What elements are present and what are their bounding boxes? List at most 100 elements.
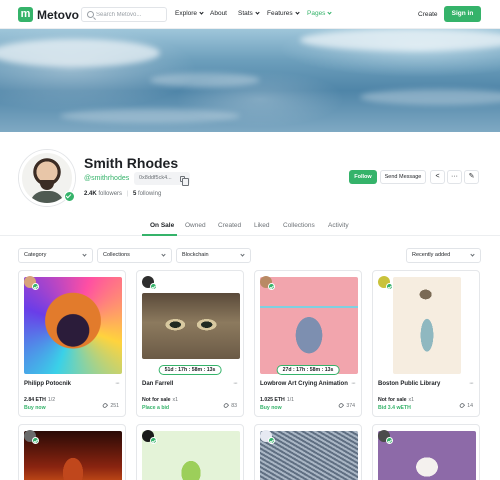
more-icon[interactable]: ··· bbox=[233, 380, 238, 387]
nav-stats[interactable]: Stats bbox=[238, 10, 260, 17]
collections-filter-label: Collections bbox=[103, 252, 130, 258]
nft-card[interactable]: Philipp Potocnik ··· 2.84 ETH 1/2 Buy now… bbox=[18, 270, 126, 417]
verified-icon bbox=[32, 437, 39, 444]
chevron-down-icon bbox=[295, 10, 300, 15]
like-count: 251 bbox=[110, 403, 119, 409]
edit-button[interactable]: ✎ bbox=[464, 170, 479, 184]
edition: x1 bbox=[408, 397, 415, 403]
avatar-beard bbox=[40, 180, 54, 190]
wave-foam bbox=[60, 109, 240, 123]
send-message-button[interactable]: Send Message bbox=[380, 170, 426, 184]
like-button[interactable]: 251 bbox=[102, 402, 119, 409]
auction-timer: 27d : 17h : 58m : 13s bbox=[276, 365, 340, 375]
verified-icon bbox=[268, 283, 275, 290]
chevron-down-icon bbox=[161, 252, 166, 257]
verified-icon bbox=[150, 437, 157, 444]
nft-card[interactable]: Boston Public Library ··· Not for sale x1… bbox=[372, 270, 480, 417]
logo-mark: m bbox=[18, 7, 33, 22]
nft-title[interactable]: Lowbrow Art Crying Animation bbox=[260, 381, 348, 387]
nft-price: Not for sale x1 bbox=[378, 397, 414, 403]
profile-stats: 2.4K followers | 5 following bbox=[84, 191, 161, 197]
nft-image bbox=[142, 293, 240, 359]
nft-card[interactable]: 51d : 17h : 58m : 13s Dan Farrell ··· No… bbox=[136, 270, 244, 417]
like-button[interactable]: 374 bbox=[338, 402, 355, 409]
nft-title[interactable]: Boston Public Library bbox=[378, 381, 440, 387]
more-button[interactable]: ··· bbox=[447, 170, 462, 184]
nft-price: 1.025 ETH 1/1 bbox=[260, 397, 294, 403]
more-icon[interactable]: ··· bbox=[115, 380, 120, 387]
collections-filter[interactable]: Collections bbox=[97, 248, 172, 263]
brand-name: Metovo bbox=[37, 7, 79, 22]
auction-timer: 51d : 17h : 58m : 13s bbox=[158, 365, 222, 375]
buy-now-link[interactable]: Buy now bbox=[260, 405, 282, 411]
category-filter[interactable]: Category bbox=[18, 248, 93, 263]
create-link[interactable]: Create bbox=[418, 11, 438, 18]
like-button[interactable]: 14 bbox=[459, 402, 473, 409]
like-button[interactable]: 83 bbox=[223, 402, 237, 409]
tab-collections[interactable]: Collections bbox=[283, 222, 315, 229]
nav-explore[interactable]: Explore bbox=[175, 10, 204, 17]
tab-created[interactable]: Created bbox=[218, 222, 241, 229]
search-box bbox=[81, 7, 167, 22]
chevron-down-icon bbox=[199, 10, 204, 15]
wave-foam bbox=[0, 39, 160, 67]
brand-logo[interactable]: m Metovo bbox=[18, 7, 79, 22]
nav-features[interactable]: Features bbox=[267, 10, 300, 17]
more-icon: ··· bbox=[451, 173, 458, 180]
wallet-address-text: 0x8ddf5ck4... bbox=[139, 175, 172, 181]
more-icon[interactable]: ··· bbox=[351, 380, 356, 387]
wave-foam bbox=[360, 89, 500, 105]
nav-about[interactable]: About bbox=[210, 10, 227, 17]
nft-card[interactable] bbox=[254, 424, 362, 480]
cover-image bbox=[0, 29, 500, 132]
wallet-address[interactable]: 0x8ddf5ck4... bbox=[134, 172, 190, 186]
nft-card[interactable]: 27d : 17h : 58m : 13s Lowbrow Art Crying… bbox=[254, 270, 362, 417]
bid-link[interactable]: Bid 3.4 wETH bbox=[378, 405, 411, 411]
chevron-down-icon bbox=[255, 10, 260, 15]
stats-divider: | bbox=[126, 191, 129, 197]
sign-in-button[interactable]: Sign in bbox=[444, 6, 481, 22]
edition: 1/1 bbox=[286, 397, 295, 403]
share-icon: < bbox=[435, 173, 440, 180]
price-value: Not for sale bbox=[142, 397, 171, 403]
chevron-down-icon bbox=[240, 252, 245, 257]
nft-card[interactable] bbox=[136, 424, 244, 480]
copy-icon[interactable] bbox=[179, 175, 189, 186]
verified-icon bbox=[386, 283, 393, 290]
edition: x1 bbox=[172, 397, 179, 403]
search-input[interactable] bbox=[96, 9, 164, 20]
verified-icon bbox=[268, 437, 275, 444]
buy-now-link[interactable]: Buy now bbox=[24, 405, 46, 411]
blockchain-filter-label: Blockchain bbox=[182, 252, 209, 258]
edition: 1/2 bbox=[47, 397, 56, 403]
nav-pages[interactable]: Pages bbox=[307, 10, 333, 17]
top-navbar: m Metovo Explore About Stats Features Pa… bbox=[0, 0, 500, 29]
verified-icon bbox=[386, 437, 393, 444]
nft-card[interactable] bbox=[18, 424, 126, 480]
verified-icon bbox=[150, 283, 157, 290]
profile-name: Smith Rhodes bbox=[84, 155, 179, 171]
tab-activity[interactable]: Activity bbox=[328, 222, 349, 229]
nft-card[interactable] bbox=[372, 424, 480, 480]
followers-label[interactable]: followers bbox=[98, 191, 122, 197]
heart-icon bbox=[102, 402, 109, 409]
nft-title[interactable]: Dan Farrell bbox=[142, 381, 173, 387]
nft-image bbox=[24, 277, 122, 374]
profile-tabs: On Sale Owned Created Liked Collections … bbox=[0, 219, 500, 236]
place-bid-link[interactable]: Place a bid bbox=[142, 405, 169, 411]
nft-title[interactable]: Philipp Potocnik bbox=[24, 381, 71, 387]
tab-owned[interactable]: Owned bbox=[185, 222, 206, 229]
following-count: 5 bbox=[132, 191, 137, 197]
tab-on-sale[interactable]: On Sale bbox=[150, 222, 174, 229]
sort-select-label: Recently added bbox=[412, 252, 451, 258]
nav-pages-label: Pages bbox=[307, 10, 326, 17]
nft-price: 2.84 ETH 1/2 bbox=[24, 397, 55, 403]
blockchain-filter[interactable]: Blockchain bbox=[176, 248, 251, 263]
share-button[interactable]: < bbox=[430, 170, 445, 184]
following-label[interactable]: following bbox=[138, 191, 161, 197]
like-count: 14 bbox=[467, 403, 473, 409]
tab-liked[interactable]: Liked bbox=[254, 222, 270, 229]
more-icon[interactable]: ··· bbox=[469, 380, 474, 387]
follow-button[interactable]: Follow bbox=[349, 170, 377, 184]
sort-select[interactable]: Recently added bbox=[406, 248, 481, 263]
